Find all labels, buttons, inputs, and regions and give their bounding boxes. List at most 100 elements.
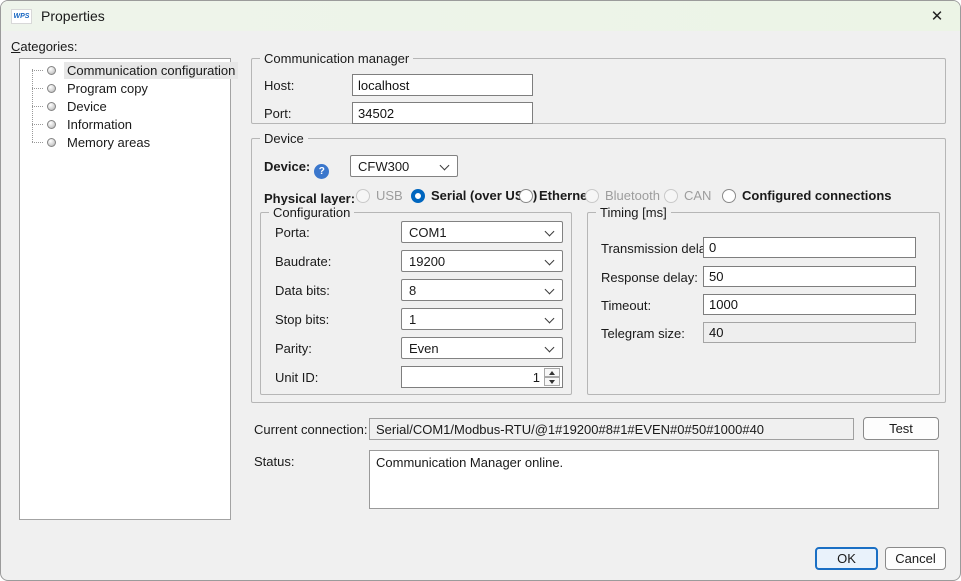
radio-configured-connections[interactable]: Configured connections [722, 188, 892, 203]
test-button[interactable]: Test [863, 417, 939, 440]
unit-id-stepper[interactable]: 1 [401, 366, 563, 388]
host-input[interactable] [352, 74, 533, 96]
title-bar: WPS Properties ✕ [1, 1, 960, 31]
timeout-label: Timeout: [601, 298, 651, 313]
tree-item-memory-areas[interactable]: Memory areas [20, 133, 230, 151]
port-input[interactable] [352, 102, 533, 124]
device-select-value: CFW300 [358, 159, 409, 174]
tree-item-label[interactable]: Information [64, 116, 135, 133]
telegram-size-input [703, 322, 916, 343]
tree-item-label[interactable]: Memory areas [64, 134, 153, 151]
chevron-down-icon [440, 161, 450, 171]
tree-node-icon [47, 66, 56, 75]
ok-button[interactable]: OK [815, 547, 878, 570]
tree-stub [32, 70, 43, 71]
radio-label: USB [376, 188, 403, 203]
categories-label: Categories: [11, 39, 77, 54]
radio-can: CAN [664, 188, 711, 203]
timeout-input[interactable] [703, 294, 916, 315]
communication-manager-group: Communication manager Host: Port: [251, 58, 946, 124]
chevron-down-icon [545, 343, 555, 353]
porta-select-value: COM1 [409, 225, 447, 240]
baudrate-select-value: 19200 [409, 254, 445, 269]
tree-node-icon [47, 120, 56, 129]
categories-tree[interactable]: Communication configuration Program copy… [19, 58, 231, 520]
group-title: Timing [ms] [596, 205, 671, 220]
tree-node-icon [47, 138, 56, 147]
status-box[interactable]: Communication Manager online. [369, 450, 939, 509]
wps-app-icon: WPS [11, 9, 32, 24]
unit-id-value: 1 [533, 370, 540, 385]
stop-bits-label: Stop bits: [275, 312, 329, 327]
telegram-size-label: Telegram size: [601, 326, 685, 341]
status-label: Status: [254, 454, 294, 469]
spin-up-icon[interactable] [544, 368, 560, 377]
chevron-down-icon [545, 256, 555, 266]
tree-item-communication-configuration[interactable]: Communication configuration [20, 61, 230, 79]
status-text: Communication Manager online. [376, 455, 563, 470]
device-select[interactable]: CFW300 [350, 155, 458, 177]
transmission-delay-input[interactable] [703, 237, 916, 258]
tree-item-label[interactable]: Device [64, 98, 110, 115]
group-title: Communication manager [260, 51, 413, 66]
tree-node-icon [47, 84, 56, 93]
unit-id-label: Unit ID: [275, 370, 318, 385]
timing-group: Timing [ms] Transmission delay: Response… [587, 212, 940, 395]
current-connection-value: Serial/COM1/Modbus-RTU/@1#19200#8#1#EVEN… [369, 418, 854, 440]
physical-layer-label: Physical layer: [264, 191, 355, 206]
tree-stub [32, 106, 43, 107]
tree-item-label[interactable]: Program copy [64, 80, 151, 97]
current-connection-label: Current connection: [254, 422, 367, 437]
stop-bits-select-value: 1 [409, 312, 416, 327]
chevron-down-icon [545, 314, 555, 324]
device-label-text: Device: [264, 159, 310, 174]
group-title: Configuration [269, 205, 354, 220]
radio-icon [585, 189, 599, 203]
baudrate-select[interactable]: 19200 [401, 250, 563, 272]
data-bits-select-value: 8 [409, 283, 416, 298]
porta-select[interactable]: COM1 [401, 221, 563, 243]
tree-stub [32, 124, 43, 125]
port-label: Port: [264, 106, 291, 121]
data-bits-label: Data bits: [275, 283, 330, 298]
device-label: Device:? [264, 159, 329, 179]
properties-dialog: WPS Properties ✕ Categories: Communicati… [0, 0, 961, 581]
chevron-down-icon [545, 227, 555, 237]
configuration-group: Configuration Porta: COM1 Baudrate: 1920… [260, 212, 572, 395]
group-title: Device [260, 131, 308, 146]
chevron-down-icon [545, 285, 555, 295]
radio-label[interactable]: Ethernet [539, 188, 592, 203]
tree-item-device[interactable]: Device [20, 97, 230, 115]
parity-label: Parity: [275, 341, 312, 356]
window-title: Properties [41, 8, 105, 24]
response-delay-input[interactable] [703, 266, 916, 287]
radio-label: Bluetooth [605, 188, 660, 203]
stop-bits-select[interactable]: 1 [401, 308, 563, 330]
radio-icon[interactable] [722, 189, 736, 203]
cancel-button[interactable]: Cancel [885, 547, 946, 570]
tree-stub [32, 88, 43, 89]
radio-label[interactable]: Configured connections [742, 188, 892, 203]
tree-item-label[interactable]: Communication configuration [64, 62, 238, 79]
data-bits-select[interactable]: 8 [401, 279, 563, 301]
radio-icon [664, 189, 678, 203]
help-icon[interactable]: ? [314, 164, 329, 179]
tree-node-icon [47, 102, 56, 111]
tree-stub [32, 142, 43, 143]
tree-item-program-copy[interactable]: Program copy [20, 79, 230, 97]
radio-icon [356, 189, 370, 203]
connection-string: Serial/COM1/Modbus-RTU/@1#19200#8#1#EVEN… [376, 422, 764, 437]
tree-item-information[interactable]: Information [20, 115, 230, 133]
response-delay-label: Response delay: [601, 270, 698, 285]
parity-select[interactable]: Even [401, 337, 563, 359]
porta-label: Porta: [275, 225, 310, 240]
parity-select-value: Even [409, 341, 439, 356]
spin-down-icon[interactable] [544, 377, 560, 386]
radio-ethernet[interactable]: Ethernet [519, 188, 592, 203]
transmission-delay-label: Transmission delay: [601, 241, 716, 256]
device-group: Device Device:? CFW300 Physical layer: U… [251, 138, 946, 403]
radio-icon[interactable] [411, 189, 425, 203]
radio-icon[interactable] [519, 189, 533, 203]
close-icon[interactable]: ✕ [914, 1, 960, 31]
host-label: Host: [264, 78, 294, 93]
